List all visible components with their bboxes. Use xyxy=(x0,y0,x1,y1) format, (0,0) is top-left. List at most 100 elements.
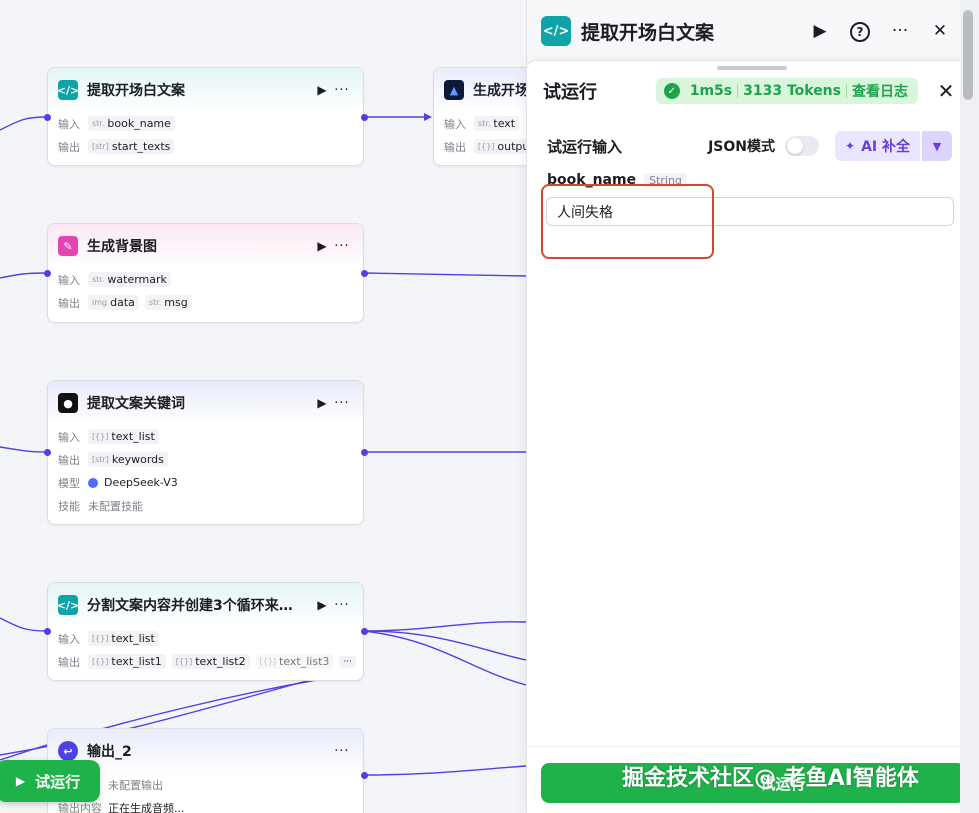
help-icon[interactable]: ? xyxy=(840,21,880,42)
type-icon: str. xyxy=(92,275,105,284)
annotation-highlight-box xyxy=(541,184,714,259)
output-label: 输出 xyxy=(444,140,466,154)
llm-icon: ● xyxy=(58,393,78,413)
scrollbar-thumb[interactable] xyxy=(963,10,973,100)
param-tag: img data xyxy=(88,295,139,310)
more-icon[interactable]: ··· xyxy=(331,239,353,254)
more-icon[interactable]: ··· xyxy=(880,21,920,41)
input-label: 输入 xyxy=(58,430,80,444)
node-title: 生成背景图 xyxy=(87,239,157,255)
port-out[interactable] xyxy=(361,114,368,121)
play-icon[interactable]: ▶ xyxy=(313,598,331,612)
output-config-value: 未配置输出 xyxy=(108,778,163,792)
param-tag: [{}] text_list1 xyxy=(88,654,166,669)
node-extract-keywords[interactable]: ● 提取文案关键词 ▶ ··· 输入 [{}] text_list 输出 [str… xyxy=(47,380,364,525)
more-icon[interactable]: ··· xyxy=(331,744,353,759)
more-params-button[interactable]: ··· xyxy=(339,655,356,668)
skill-value: 未配置技能 xyxy=(88,499,143,513)
code-icon: </> xyxy=(541,16,571,46)
more-icon[interactable]: ··· xyxy=(331,83,353,98)
canvas-test-run-button[interactable]: ▶ 试运行 xyxy=(0,760,100,802)
play-icon[interactable]: ▶ xyxy=(313,396,331,410)
input-label: 输入 xyxy=(58,632,80,646)
port-out[interactable] xyxy=(361,270,368,277)
more-icon[interactable]: ··· xyxy=(331,396,353,411)
scrollbar[interactable] xyxy=(960,0,979,813)
node-input-row: 输入 [{}] text_list xyxy=(48,627,363,650)
output-label: 输出 xyxy=(58,296,80,310)
arrow-1-2 xyxy=(424,113,432,121)
type-icon: [{}] xyxy=(92,432,109,441)
node-header: </> 提取开场白文案 ▶ ··· xyxy=(48,68,363,112)
param-name: text_list3 xyxy=(279,655,330,668)
divider xyxy=(737,84,739,98)
port-in[interactable] xyxy=(44,449,51,456)
param-name: start_texts xyxy=(111,140,171,153)
type-icon: [str] xyxy=(92,455,109,464)
node-output-row: 输出 [str] keywords xyxy=(48,448,363,471)
node-extract-opening[interactable]: </> 提取开场白文案 ▶ ··· 输入 str. book_name 输出 [s… xyxy=(47,67,364,166)
node-model-row: 模型 DeepSeek-V3 xyxy=(48,471,363,494)
param-name: msg xyxy=(164,296,188,309)
type-icon: [{}] xyxy=(92,657,109,666)
node-header: ● 提取文案关键词 ▶ ··· xyxy=(48,381,363,425)
close-icon[interactable]: ✕ xyxy=(920,21,960,41)
run-node-icon[interactable]: ▶ xyxy=(800,21,840,41)
edge-6-out xyxy=(363,765,527,776)
node-header: ✎ 生成背景图 ▶ ··· xyxy=(48,224,363,268)
type-icon: [{}] xyxy=(92,634,109,643)
json-mode-label: JSON模式 xyxy=(708,139,776,155)
ai-complete-button[interactable]: ✦ AI 补全 xyxy=(835,131,920,161)
param-tag: [{}] text_list3 xyxy=(255,654,334,669)
node-split-loop[interactable]: </> 分割文案内容并创建3个循环来… ▶ ··· 输入 [{}] text_li… xyxy=(47,582,364,681)
more-icon[interactable]: ··· xyxy=(331,598,353,613)
node-title: 提取文案关键词 xyxy=(87,396,185,412)
param-name: text_list1 xyxy=(111,655,162,668)
port-out[interactable] xyxy=(361,772,368,779)
node-title: 分割文案内容并创建3个循环来… xyxy=(87,598,293,614)
node-input-row: 输入 str. book_name xyxy=(48,112,363,135)
play-icon[interactable]: ▶ xyxy=(313,83,331,97)
type-icon: [{}] xyxy=(478,142,495,151)
node-title: 提取开场白文案 xyxy=(87,83,185,99)
port-in[interactable] xyxy=(44,270,51,277)
type-icon: str. xyxy=(478,119,491,128)
edge-3-out xyxy=(363,272,527,277)
play-icon[interactable]: ▶ xyxy=(313,239,331,253)
port-out[interactable] xyxy=(361,449,368,456)
port-in[interactable] xyxy=(44,628,51,635)
status-tokens: 3133 Tokens xyxy=(743,83,841,99)
view-log-link[interactable]: 查看日志 xyxy=(852,81,908,101)
canvas-test-run-label: 试运行 xyxy=(35,772,81,791)
test-run-header: 试运行 ✓ 1m5s 3133 Tokens 查看日志 ✕ xyxy=(527,61,972,121)
edge-5-out-a xyxy=(363,621,527,632)
param-name: keywords xyxy=(111,453,164,466)
node-output-row: 输出 [{}] text_list1 [{}] text_list2 [{}] tex… xyxy=(48,650,363,673)
check-icon: ✓ xyxy=(663,83,680,99)
json-mode-toggle[interactable] xyxy=(785,136,820,156)
port-out[interactable] xyxy=(361,628,368,635)
edge-in-4 xyxy=(0,617,48,632)
param-tag: [{}] text_list xyxy=(88,429,159,444)
toggle-knob xyxy=(787,138,804,154)
port-in[interactable] xyxy=(44,114,51,121)
type-icon: [{}] xyxy=(175,657,193,666)
output-label: 输出 xyxy=(58,655,80,669)
input-label: 输入 xyxy=(58,273,80,287)
divider xyxy=(846,84,847,98)
close-icon[interactable]: ✕ xyxy=(936,79,956,103)
edge-in-3 xyxy=(0,446,48,453)
param-name: watermark xyxy=(107,273,167,286)
type-icon: str. xyxy=(92,119,105,128)
status-badge: ✓ 1m5s 3133 Tokens 查看日志 xyxy=(655,78,918,104)
input-label: 输入 xyxy=(58,117,80,131)
model-value: DeepSeek-V3 xyxy=(88,476,178,489)
output-label: 输出 xyxy=(58,140,80,154)
audio-icon: ▲ xyxy=(444,80,464,100)
test-run-title: 试运行 xyxy=(543,82,597,103)
param-tag: [str] start_texts xyxy=(88,139,175,154)
node-generate-background[interactable]: ✎ 生成背景图 ▶ ··· 输入 str. watermark 输出 img dat… xyxy=(47,223,364,323)
type-icon: str. xyxy=(148,298,162,307)
chevron-down-icon[interactable]: ▼ xyxy=(922,131,952,161)
status-time: 1m5s xyxy=(689,83,733,99)
